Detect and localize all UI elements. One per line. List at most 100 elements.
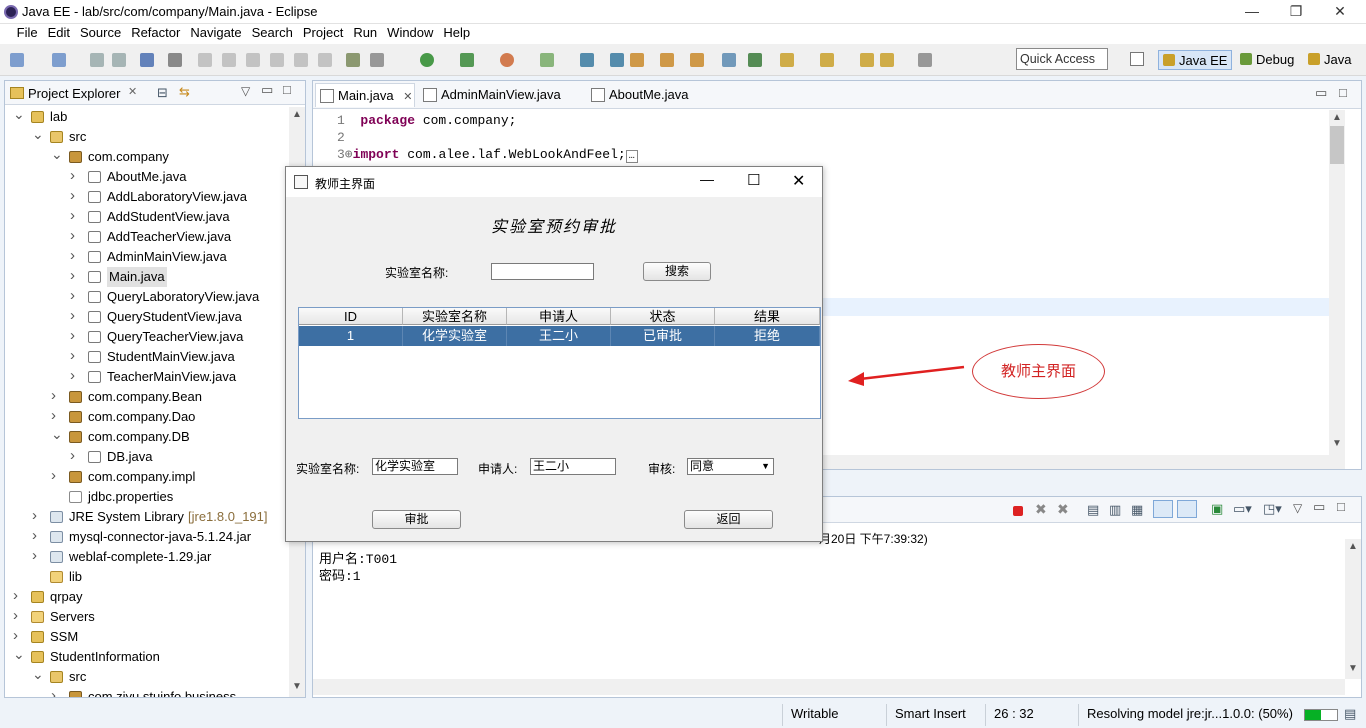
save-all-icon[interactable]	[90, 53, 104, 67]
tree-item[interactable]: ⌄ com.company.DB	[5, 424, 289, 447]
last-edit-icon[interactable]	[820, 53, 834, 67]
view-menu-icon[interactable]: ▽	[241, 84, 250, 98]
remove-all-icon[interactable]: ✖	[1057, 501, 1069, 518]
minimize-icon[interactable]: —	[1230, 0, 1274, 24]
tab-close-icon[interactable]: ✕	[403, 91, 412, 103]
table-cell[interactable]: 已审批	[611, 326, 715, 346]
menu-item-window[interactable]: Window	[382, 24, 438, 42]
skip-breakpoints-icon[interactable]	[168, 53, 182, 67]
search-button[interactable]: 搜索	[643, 262, 711, 281]
print-icon[interactable]	[112, 53, 126, 67]
perspective-java[interactable]: Java	[1304, 50, 1355, 70]
suspend-icon[interactable]	[222, 53, 236, 67]
tree-item[interactable]: › DB.java	[5, 447, 289, 467]
tree-item[interactable]: › AddLaboratoryView.java	[5, 187, 289, 207]
tree-item[interactable]: › AddTeacherView.java	[5, 227, 289, 247]
column-header[interactable]: 结果	[715, 308, 820, 325]
dialog-minimize-icon[interactable]: —	[700, 171, 714, 187]
resume-icon[interactable]	[198, 53, 212, 67]
menu-item-project[interactable]: Project	[298, 24, 348, 42]
tab-aboutme-java[interactable]: AboutMe.java	[587, 83, 717, 107]
tree-item[interactable]: › qrpay	[5, 587, 289, 607]
column-header[interactable]: 申请人	[507, 308, 611, 325]
tree-item[interactable]: › com.company.impl	[5, 467, 289, 487]
perspective-debug[interactable]: Debug	[1236, 50, 1298, 70]
tree-item[interactable]: › mysql-connector-java-5.1.24.jar	[5, 527, 289, 547]
tab-adminmainview-java[interactable]: AdminMainView.java	[419, 83, 589, 107]
tree-item[interactable]: jdbc.properties	[5, 487, 289, 507]
menu-item-refactor[interactable]: Refactor	[126, 24, 185, 42]
expand-chevron-icon[interactable]: ›	[13, 626, 18, 646]
table-cell[interactable]: 1	[299, 326, 403, 346]
column-header[interactable]: ID	[299, 308, 403, 325]
remove-launch-icon[interactable]: ✖	[1035, 501, 1047, 518]
next-annotation-icon[interactable]	[748, 53, 762, 67]
maximize-editor-icon[interactable]: □	[1339, 85, 1347, 100]
display-console-icon[interactable]: ▭▾	[1233, 501, 1252, 517]
prev-annotation-icon[interactable]	[780, 53, 794, 67]
tree-item[interactable]: ⌄ src	[5, 126, 289, 147]
tree-item[interactable]: ⌄ src	[5, 666, 289, 687]
search-input[interactable]	[491, 263, 594, 280]
expand-chevron-icon[interactable]: ›	[32, 506, 37, 526]
quick-access-input[interactable]: Quick Access	[1016, 48, 1108, 70]
run-icon[interactable]	[420, 53, 434, 67]
expand-chevron-icon[interactable]: ›	[70, 346, 75, 366]
link-editor-icon[interactable]: ⇆	[179, 84, 190, 100]
close-view-icon[interactable]: ✕	[128, 85, 137, 98]
lab-name-field[interactable]: 化学实验室	[372, 458, 458, 475]
step-return-icon[interactable]	[318, 53, 332, 67]
coverage-icon[interactable]	[540, 53, 554, 67]
tree-item[interactable]: › StudentMainView.java	[5, 347, 289, 367]
open-console-icon[interactable]: ◳▾	[1263, 501, 1282, 517]
pin-console-icon[interactable]: ▣	[1211, 501, 1223, 517]
external-tools-icon[interactable]	[346, 53, 360, 67]
perspective-java-ee[interactable]: Java EE	[1158, 50, 1233, 70]
tree-item[interactable]: › SSM	[5, 627, 289, 647]
expand-chevron-icon[interactable]: ›	[70, 326, 75, 346]
tree-item[interactable]: › AboutMe.java	[5, 167, 289, 187]
expand-chevron-icon[interactable]: ›	[51, 386, 56, 406]
expand-chevron-icon[interactable]: ›	[70, 266, 75, 286]
open-perspective-icon[interactable]	[1130, 52, 1144, 66]
clear-console-icon[interactable]: ▤	[1087, 502, 1099, 518]
minimize-editor-icon[interactable]: ▭	[1315, 85, 1327, 101]
status-task[interactable]: Resolving model jre:jr...1.0.0: (50%)	[1078, 704, 1298, 726]
tree-item[interactable]: › com.ziyu.stuinfo.business	[5, 687, 289, 697]
close-icon[interactable]: ✕	[1318, 0, 1362, 24]
menu-item-edit[interactable]: Edit	[43, 24, 75, 42]
show-stderr-icon[interactable]	[1177, 500, 1197, 518]
console-icon[interactable]	[140, 53, 154, 67]
approve-button[interactable]: 审批	[372, 510, 461, 529]
run-dropdown-icon[interactable]	[460, 53, 474, 67]
tree-item[interactable]: ⌄ lab	[5, 107, 289, 127]
build-icon[interactable]	[370, 53, 384, 67]
open-type-icon[interactable]	[630, 53, 644, 67]
collapse-chevron-icon[interactable]: ⌄	[51, 424, 63, 444]
search-icon[interactable]	[690, 53, 704, 67]
back-icon[interactable]	[860, 53, 874, 67]
pin-icon[interactable]	[918, 53, 932, 67]
view-menu-icon[interactable]: ▽	[1293, 501, 1302, 515]
tree-item[interactable]: › weblaf-complete-1.29.jar	[5, 547, 289, 567]
collapse-chevron-icon[interactable]: ⌄	[51, 144, 63, 164]
table-cell[interactable]: 化学实验室	[403, 326, 507, 346]
tree-item[interactable]: lib	[5, 567, 289, 587]
tree-item[interactable]: › Servers	[5, 607, 289, 627]
explorer-title[interactable]: Project Explorer	[28, 86, 120, 101]
tree-item[interactable]: ⌄ com.company	[5, 144, 289, 167]
expand-chevron-icon[interactable]: ›	[70, 306, 75, 326]
back-button[interactable]: 返回	[684, 510, 773, 529]
show-stdout-icon[interactable]	[1153, 500, 1173, 518]
table-cell[interactable]: 拒绝	[715, 326, 820, 346]
expand-chevron-icon[interactable]: ›	[13, 606, 18, 626]
new-class-icon[interactable]	[580, 53, 594, 67]
terminate-icon[interactable]	[246, 53, 260, 67]
tree-item[interactable]: › com.company.Dao	[5, 407, 289, 427]
scroll-lock-icon[interactable]: ▥	[1109, 502, 1121, 518]
tree-item[interactable]: › AdminMainView.java	[5, 247, 289, 267]
expand-chevron-icon[interactable]: ›	[51, 466, 56, 486]
column-header[interactable]: 实验室名称	[403, 308, 507, 325]
minimize-console-icon[interactable]: ▭	[1313, 499, 1325, 515]
dialog-close-icon[interactable]: ✕	[792, 171, 805, 191]
